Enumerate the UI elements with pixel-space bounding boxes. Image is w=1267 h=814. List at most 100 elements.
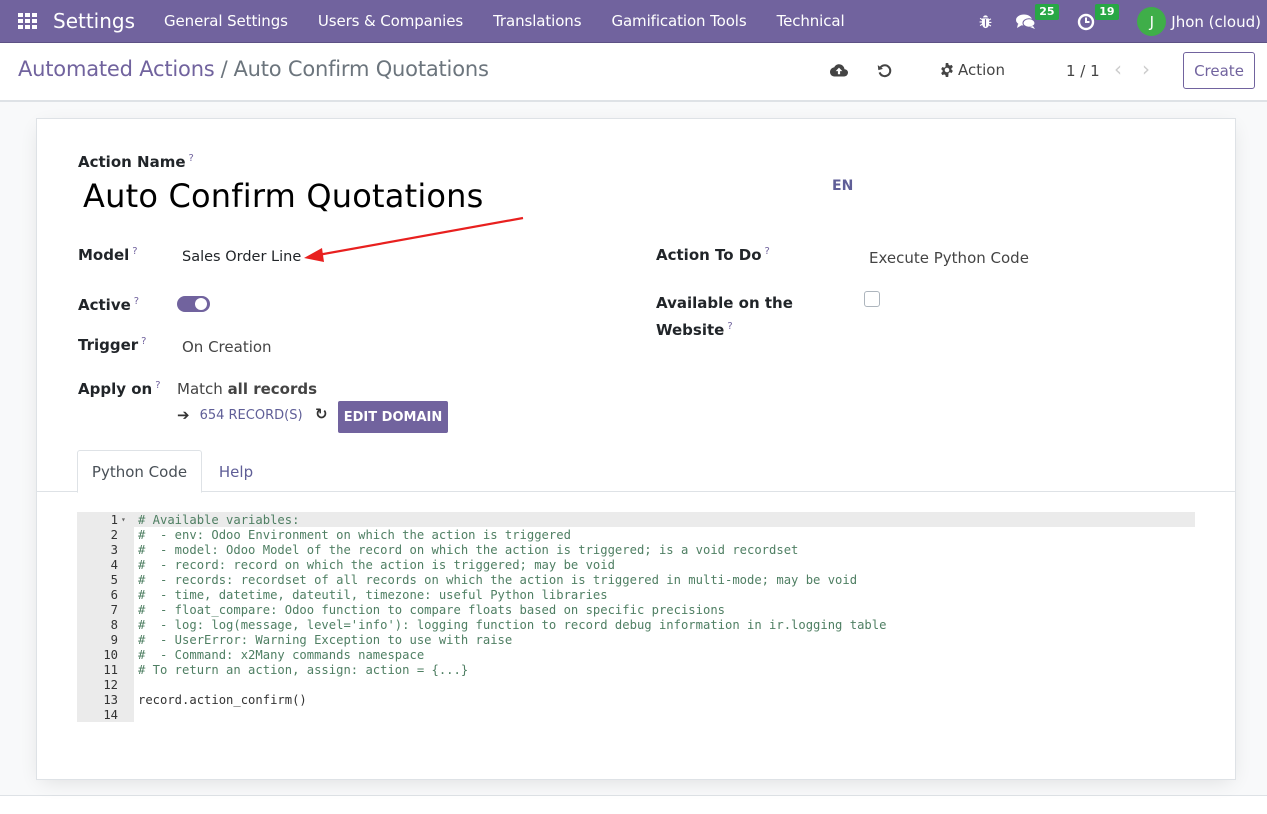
tab-help[interactable]: Help (203, 450, 269, 493)
apps-menu-icon[interactable] (18, 13, 38, 29)
systray: 25 19 J Jhon (cloud) (978, 0, 1267, 43)
code-comment: # Available variables: (138, 512, 300, 527)
code-comment: # - env: Odoo Environment on which the a… (138, 527, 571, 542)
code-line[interactable]: 5 # - records: recordset of all records o… (77, 572, 1195, 587)
records-count-link[interactable]: ➔ 654 RECORD(S) (177, 406, 303, 424)
code-line[interactable]: 12 (77, 677, 1195, 692)
action-menu-button[interactable]: Action (940, 61, 1005, 79)
code-comment: # - records: recordset of all records on… (138, 572, 858, 587)
help-tooltip-icon[interactable]: ? (141, 336, 146, 347)
gear-icon (941, 63, 953, 77)
line-number: 10 (103, 647, 118, 662)
action-name-label: Action Name? (78, 153, 194, 171)
code-line[interactable]: 11 # To return an action, assign: action … (77, 662, 1195, 677)
menu-translations[interactable]: Translations (478, 12, 596, 30)
code-comment: # - log: log(message, level='info'): log… (138, 617, 887, 632)
line-number: 3 (110, 542, 118, 557)
code-line[interactable]: 13 record.action_confirm() (77, 692, 1195, 707)
control-panel: Automated Actions / Auto Confirm Quotation… (0, 43, 1267, 102)
debug-bug-icon[interactable] (978, 14, 993, 29)
line-number: 1 (110, 512, 118, 527)
messages-chat-icon[interactable]: 25 (1015, 3, 1059, 31)
help-tooltip-icon[interactable]: ? (765, 246, 770, 257)
trigger-field[interactable]: On Creation (182, 338, 272, 356)
create-button[interactable]: Create (1183, 52, 1255, 89)
edit-domain-button[interactable]: EDIT DOMAIN (338, 401, 448, 433)
menu-general-settings[interactable]: General Settings (149, 12, 303, 30)
action-to-do-field[interactable]: Execute Python Code (869, 249, 1029, 267)
code-line[interactable]: 6 # - time, datetime, dateutil, timezone:… (77, 587, 1195, 602)
code-comment: # - time, datetime, dateutil, timezone: … (138, 587, 608, 602)
help-tooltip-icon[interactable]: ? (189, 153, 194, 164)
fold-toggle-icon[interactable]: ▾ (118, 515, 134, 524)
arrow-right-icon: ➔ (177, 406, 190, 424)
save-cloud-upload-icon[interactable] (830, 64, 848, 78)
python-code-editor[interactable]: 1 ▾ # Available variables: 2 # - env: Odoo E… (77, 512, 1195, 722)
apply-on-scope: all records (227, 380, 318, 398)
user-avatar[interactable]: J (1137, 7, 1167, 36)
menu-users-companies[interactable]: Users & Companies (303, 12, 478, 30)
records-count: 654 RECORD(S) (199, 407, 303, 423)
breadcrumb-separator: / (220, 57, 228, 81)
pager-previous-icon[interactable]: ‹ (1114, 57, 1122, 81)
code-line[interactable]: 8 # - log: log(message, level='info'): lo… (77, 617, 1195, 632)
discard-undo-icon[interactable] (877, 63, 892, 78)
help-tooltip-icon[interactable]: ? (132, 246, 137, 257)
apply-on-label: Apply on? (78, 380, 161, 398)
code-comment: # To return an action, assign: action = … (138, 662, 469, 677)
line-number: 6 (110, 587, 118, 602)
code-line[interactable]: 10 # - Command: x2Many commands namespace (77, 647, 1195, 662)
user-menu[interactable]: Jhon (cloud) (1171, 13, 1261, 31)
form-sheet: Action Name? Auto Confirm Quotations EN … (36, 118, 1236, 780)
code-line[interactable]: 4 # - record: record on which the action … (77, 557, 1195, 572)
help-tooltip-icon[interactable]: ? (155, 380, 160, 391)
bottom-bar (0, 796, 1267, 814)
line-number: 7 (110, 602, 118, 617)
help-tooltip-icon[interactable]: ? (134, 296, 139, 307)
code-line[interactable]: 3 # - model: Odoo Model of the record on … (77, 542, 1195, 557)
code-line[interactable]: 14 (77, 707, 1195, 722)
code-comment: # - Command: x2Many commands namespace (138, 647, 425, 662)
breadcrumb-automated-actions[interactable]: Automated Actions (18, 57, 215, 81)
pager-value[interactable]: 1 / 1 (1066, 62, 1100, 80)
line-number: 13 (103, 692, 118, 707)
active-label: Active? (78, 296, 140, 314)
line-number: 8 (110, 617, 118, 632)
activities-clock-icon[interactable]: 19 (1077, 3, 1119, 31)
code-comment: # - model: Odoo Model of the record on w… (138, 542, 799, 557)
code-line[interactable]: 1 ▾ # Available variables: (77, 512, 1195, 527)
action-name-input[interactable]: Auto Confirm Quotations (83, 177, 484, 215)
menu-technical[interactable]: Technical (762, 12, 860, 30)
line-number: 4 (110, 557, 118, 572)
top-navbar: Settings General Settings Users & Compan… (0, 0, 1267, 43)
trigger-label: Trigger? (78, 336, 147, 354)
help-tooltip-icon[interactable]: ? (727, 321, 732, 332)
code-text: record.action_confirm() (138, 692, 307, 707)
line-number: 12 (103, 677, 118, 692)
refresh-icon[interactable]: ↻ (315, 405, 328, 423)
code-comment: # - float_compare: Odoo function to comp… (138, 602, 725, 617)
line-number: 2 (110, 527, 118, 542)
language-button[interactable]: EN (832, 178, 853, 194)
line-number: 14 (103, 707, 118, 722)
website-published-checkbox[interactable] (864, 291, 880, 307)
code-line[interactable]: 7 # - float_compare: Odoo function to com… (77, 602, 1195, 617)
active-toggle[interactable] (177, 296, 210, 312)
code-comment: # - record: record on which the action i… (138, 557, 615, 572)
activities-count-badge: 19 (1095, 3, 1119, 20)
line-number: 9 (110, 632, 118, 647)
menu-gamification-tools[interactable]: Gamification Tools (596, 12, 761, 30)
apply-on-summary: Match all records (177, 380, 318, 398)
code-line[interactable]: 2 # - env: Odoo Environment on which the … (77, 527, 1195, 542)
code-line[interactable]: 9 # - UserError: Warning Exception to use… (77, 632, 1195, 647)
messages-count-badge: 25 (1035, 3, 1059, 20)
breadcrumb: Automated Actions / Auto Confirm Quotation… (18, 57, 489, 81)
model-label: Model? (78, 246, 138, 264)
line-number: 5 (110, 572, 118, 587)
app-name[interactable]: Settings (53, 9, 135, 33)
breadcrumb-current: Auto Confirm Quotations (233, 57, 489, 81)
code-comment: # - UserError: Warning Exception to use … (138, 632, 513, 647)
pager-next-icon[interactable]: › (1142, 57, 1150, 81)
tab-python-code[interactable]: Python Code (77, 450, 202, 493)
model-field[interactable]: Sales Order Line (182, 249, 301, 265)
